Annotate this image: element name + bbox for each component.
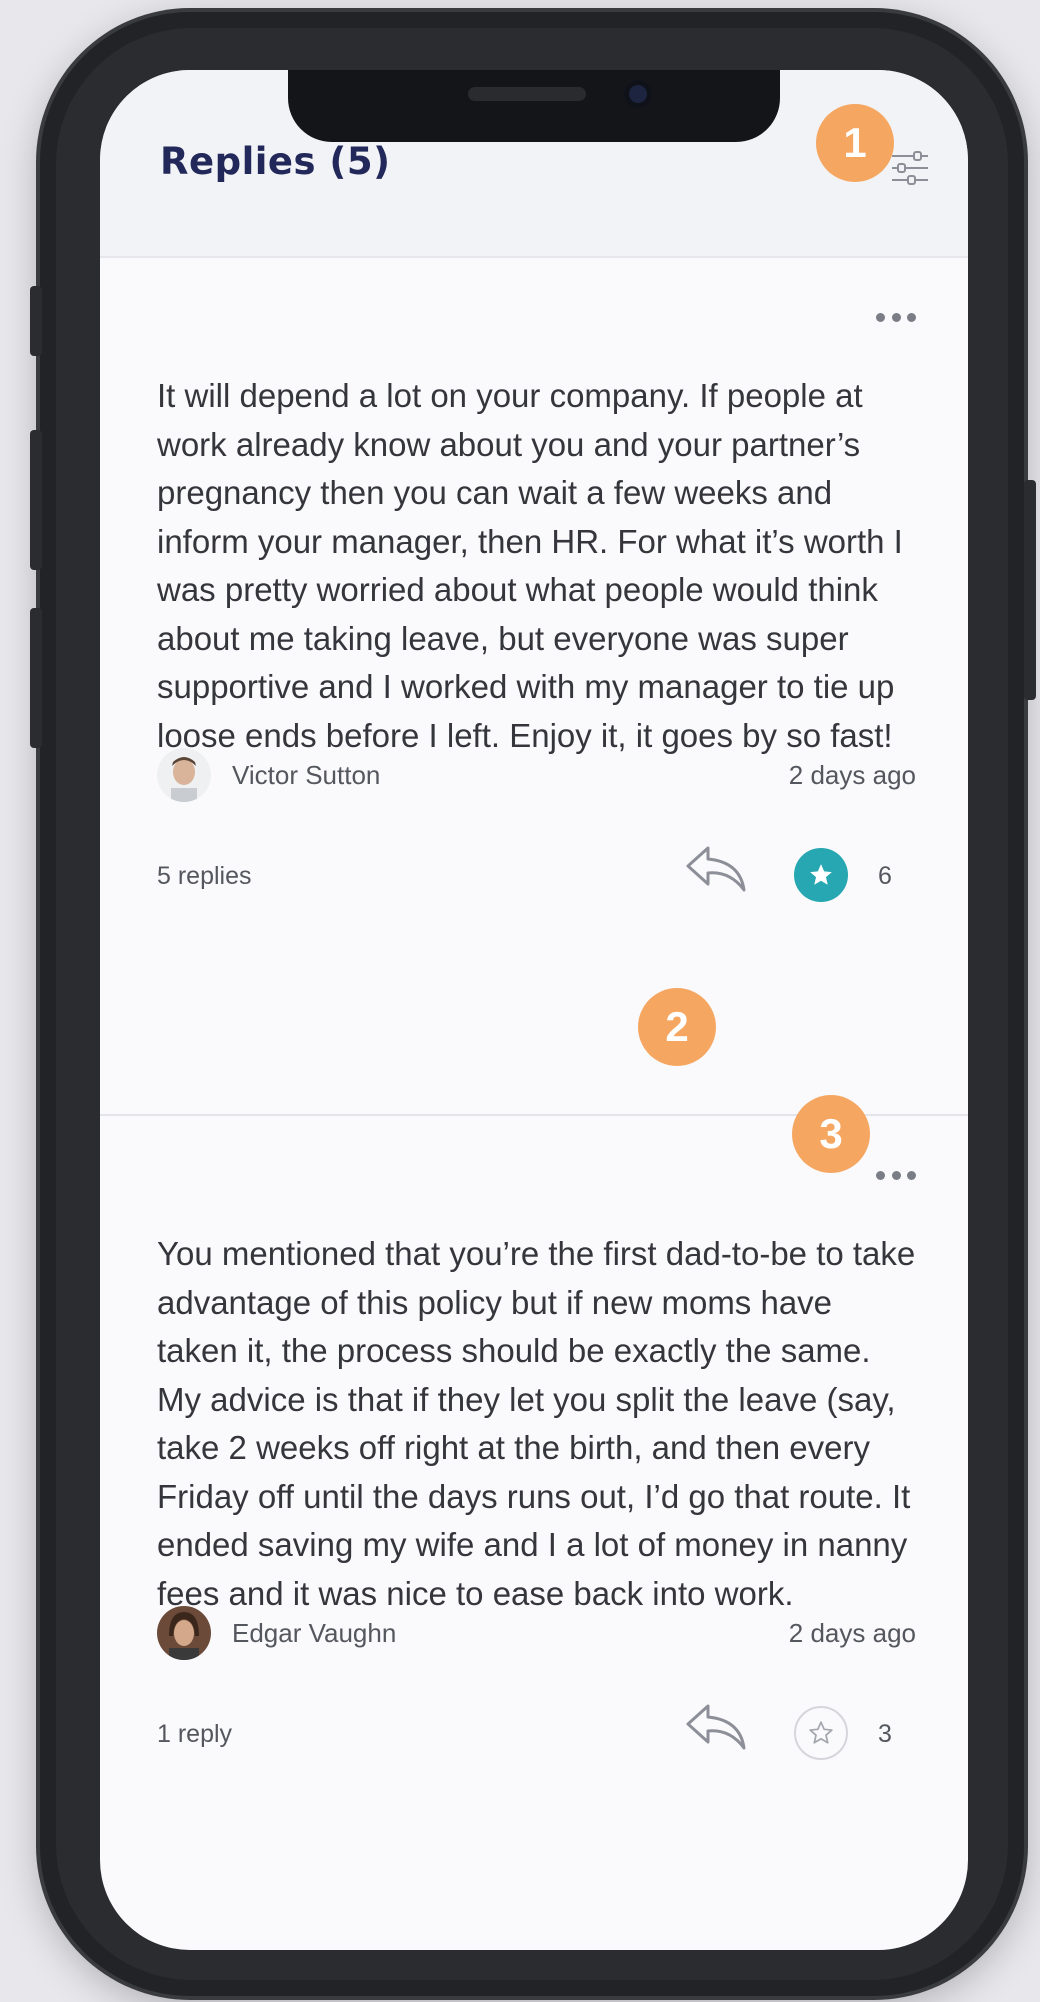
side-button-power: [1024, 480, 1036, 700]
star-outline-icon: [809, 1721, 833, 1744]
notch: [288, 70, 780, 142]
reply-post: You mentioned that you’re the first dad-…: [100, 1116, 968, 1950]
reply-body: You mentioned that you’re the first dad-…: [157, 1235, 916, 1612]
speaker-grille: [468, 87, 586, 101]
more-options-icon[interactable]: [876, 310, 916, 324]
annotation-badge-2: 2: [638, 988, 716, 1066]
app-screen: Replies (5) 1 It will depend a lot on yo…: [100, 70, 968, 1950]
side-button-volume-down: [30, 608, 42, 748]
star-count: 6: [878, 862, 892, 890]
annotation-badge-3: 3: [792, 1095, 870, 1173]
star-icon: [810, 864, 832, 885]
star-button[interactable]: [794, 848, 848, 902]
reply-icon[interactable]: [684, 1700, 750, 1752]
reply-post: It will depend a lot on your company. If…: [100, 258, 968, 1184]
avatar[interactable]: [157, 1606, 211, 1660]
annotation-badge-1: 1: [816, 104, 894, 182]
page-title: Replies (5): [160, 140, 391, 183]
filter-icon[interactable]: [890, 150, 930, 186]
avatar[interactable]: [157, 748, 211, 802]
timestamp: 2 days ago: [788, 1618, 916, 1648]
side-button-volume-up: [30, 430, 42, 570]
replies-count-link[interactable]: 1 reply: [157, 1720, 232, 1749]
more-options-icon[interactable]: [876, 1168, 916, 1182]
front-camera: [624, 80, 652, 108]
reply-body: It will depend a lot on your company. If…: [157, 377, 903, 754]
timestamp: 2 days ago: [788, 760, 916, 790]
author-name[interactable]: Victor Sutton: [232, 760, 380, 791]
author-name[interactable]: Edgar Vaughn: [232, 1618, 396, 1649]
reply-icon[interactable]: [684, 842, 750, 894]
replies-count-link[interactable]: 5 replies: [157, 862, 252, 891]
star-count: 3: [878, 1720, 892, 1748]
side-button-mute: [30, 286, 42, 356]
star-button[interactable]: [794, 1706, 848, 1760]
